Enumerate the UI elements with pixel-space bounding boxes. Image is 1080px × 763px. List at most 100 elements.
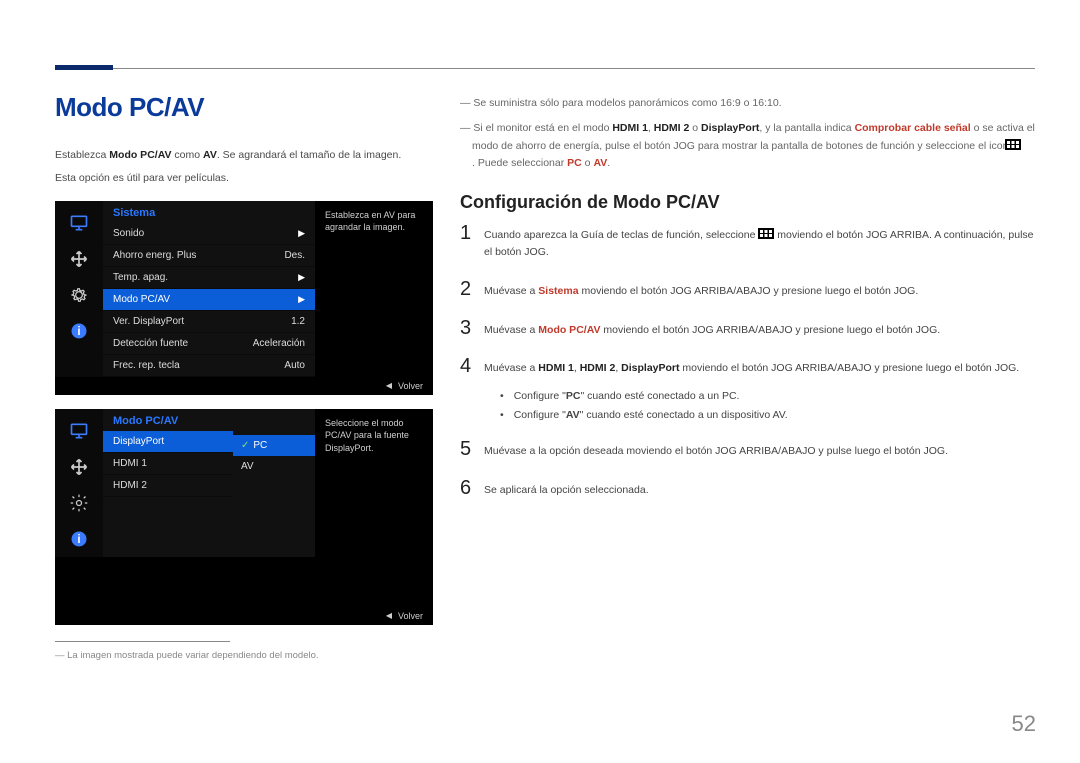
osd-menu-row: Modo PC/AV▶ xyxy=(103,289,315,311)
note-red: AV xyxy=(593,157,607,169)
osd-row-value: 1.2 xyxy=(291,316,305,327)
osd-menu-row: Ver. DisplayPort1.2 xyxy=(103,311,315,333)
osd-hint-text: Establezca en AV para agrandar la imagen… xyxy=(315,201,433,377)
step-number: 5 xyxy=(460,439,484,459)
osd-screenshot-2: i Modo PC/AV DisplayPortHDMI 1HDMI 2 ✓PC… xyxy=(55,409,433,625)
bullet-item: Configure "AV" cuando esté conectado a u… xyxy=(500,406,1036,425)
right-column: ― Se suministra sólo para modelos panorá… xyxy=(460,95,1036,517)
step-number: 4 xyxy=(460,356,484,376)
osd-row-value: ▶ xyxy=(298,272,305,283)
bullet-list: Configure "PC" cuando esté conectado a u… xyxy=(500,387,1036,425)
step-part: moviendo el botón JOG ARRIBA/ABAJO y pre… xyxy=(680,362,1020,374)
intro-text-part: . Se agrandará el tamaño de la imagen. xyxy=(217,149,401,161)
osd-menu-row: Detección fuente Aceleración xyxy=(103,333,315,355)
note-red: PC xyxy=(567,157,582,169)
note-red: Comprobar cable señal xyxy=(855,122,971,134)
osd-row-label: Detección fuente xyxy=(113,338,188,349)
gear-icon xyxy=(55,485,103,521)
osd-menu-row: HDMI 2 xyxy=(103,475,233,497)
bullet-part: " cuando esté conectado a un dispositivo… xyxy=(580,409,788,421)
osd-footer-label: Volver xyxy=(398,381,423,391)
osd-icon-bar: i xyxy=(55,409,103,557)
monitor-icon xyxy=(55,205,103,241)
osd-sub-label: AV xyxy=(241,461,254,472)
bullet-part: Configure " xyxy=(514,409,566,421)
osd-footer: ◀ Volver xyxy=(55,607,433,625)
osd-row-label: Modo PC/AV xyxy=(113,294,170,305)
step-text: Muévase a Sistema moviendo el botón JOG … xyxy=(484,279,918,300)
menu-grid-icon xyxy=(1017,139,1033,150)
osd-row-value: Auto xyxy=(284,360,305,371)
osd-menu-row: Sonido▶ xyxy=(103,223,315,245)
step-2: 2 Muévase a Sistema moviendo el botón JO… xyxy=(460,279,1036,300)
osd-hint-text: Seleccione el modo PC/AV para la fuente … xyxy=(315,409,433,557)
triangle-left-icon: ◀ xyxy=(386,611,392,620)
monitor-icon xyxy=(55,413,103,449)
note-text: Si el monitor está en el modo xyxy=(473,122,612,134)
osd-sub-label: PC xyxy=(253,440,267,451)
gear-icon xyxy=(55,277,103,313)
osd-menu-list: Modo PC/AV DisplayPortHDMI 1HDMI 2 xyxy=(103,409,233,557)
osd-row-value: ▶ xyxy=(298,228,305,239)
bullet-red: AV xyxy=(566,409,580,421)
step-bold: HDMI 1 xyxy=(538,362,574,374)
osd-icon-bar: i xyxy=(55,201,103,377)
page-title: Modo PC/AV xyxy=(55,92,433,123)
osd-submenu-row: ✓PC xyxy=(233,435,315,456)
step-number: 2 xyxy=(460,279,484,299)
step-text: Muévase a Modo PC/AV moviendo el botón J… xyxy=(484,318,940,339)
step-number: 1 xyxy=(460,223,484,243)
osd-menu-row: Frec. rep. tecla Auto xyxy=(103,355,315,377)
osd-menu-row: DisplayPort xyxy=(103,431,233,453)
move-icon xyxy=(55,449,103,485)
info-icon: i xyxy=(55,521,103,557)
step-part: Muévase a xyxy=(484,362,538,374)
osd-row-label: Temp. apag. xyxy=(113,272,168,283)
svg-text:i: i xyxy=(77,533,80,546)
osd-row-value: Aceleración xyxy=(253,338,305,349)
step-6: 6 Se aplicará la opción seleccionada. xyxy=(460,478,1036,499)
bullet-part: " cuando esté conectado a un PC. xyxy=(580,390,739,402)
osd-menu-header: Sistema xyxy=(103,201,315,223)
note-text: o xyxy=(689,122,701,134)
note-text: , y la pantalla indica xyxy=(759,122,854,134)
step-bold: HDMI 2 xyxy=(580,362,616,374)
note-text: . Puede seleccionar xyxy=(472,157,567,169)
footnote-content: La imagen mostrada puede variar dependie… xyxy=(67,650,318,661)
note-bold: HDMI 2 xyxy=(654,122,690,134)
page-number: 52 xyxy=(1012,711,1036,737)
step-number: 6 xyxy=(460,478,484,498)
intro-bold: Modo PC/AV xyxy=(109,149,171,161)
intro-text: Establezca Modo PC/AV como AV. Se agrand… xyxy=(55,147,433,187)
osd-menu-header: Modo PC/AV xyxy=(103,409,233,431)
osd-row-label: Ahorro energ. Plus xyxy=(113,250,196,261)
note-text: Se suministra sólo para modelos panorámi… xyxy=(473,97,781,109)
header-rule-accent xyxy=(55,65,113,70)
step-text: Se aplicará la opción seleccionada. xyxy=(484,478,649,499)
info-icon: i xyxy=(55,313,103,349)
left-column: Modo PC/AV Establezca Modo PC/AV como AV… xyxy=(55,92,433,661)
intro-text-part: Establezca xyxy=(55,149,109,161)
header-rule xyxy=(55,68,1035,69)
note-text: . xyxy=(607,157,610,169)
dash-note-2: ― Si el monitor está en el modo HDMI 1, … xyxy=(460,120,1036,172)
note-bold: HDMI 1 xyxy=(612,122,648,134)
step-text: Cuando aparezca la Guía de teclas de fun… xyxy=(484,223,1036,261)
intro-line2: Esta opción es útil para ver películas. xyxy=(55,170,433,187)
note-text: o xyxy=(582,157,594,169)
step-1: 1 Cuando aparezca la Guía de teclas de f… xyxy=(460,223,1036,261)
osd-menu-list: Sistema Sonido▶Ahorro energ. PlusDes.Tem… xyxy=(103,201,315,377)
osd-footer: ◀ Volver xyxy=(55,377,433,395)
osd-row-label: Frec. rep. tecla xyxy=(113,360,180,371)
step-part: Cuando aparezca la Guía de teclas de fun… xyxy=(484,229,758,241)
step-red: Sistema xyxy=(538,285,578,297)
bullet-part: Configure " xyxy=(514,390,566,402)
osd-footer-label: Volver xyxy=(398,611,423,621)
footnote-divider xyxy=(55,641,230,642)
step-red: Modo PC/AV xyxy=(538,324,600,336)
step-part: Muévase a xyxy=(484,324,538,336)
svg-text:i: i xyxy=(77,325,80,338)
step-4: 4 Muévase a HDMI 1, HDMI 2, DisplayPort … xyxy=(460,356,1036,377)
step-text: Muévase a HDMI 1, HDMI 2, DisplayPort mo… xyxy=(484,356,1019,377)
step-part: Muévase a xyxy=(484,285,538,297)
